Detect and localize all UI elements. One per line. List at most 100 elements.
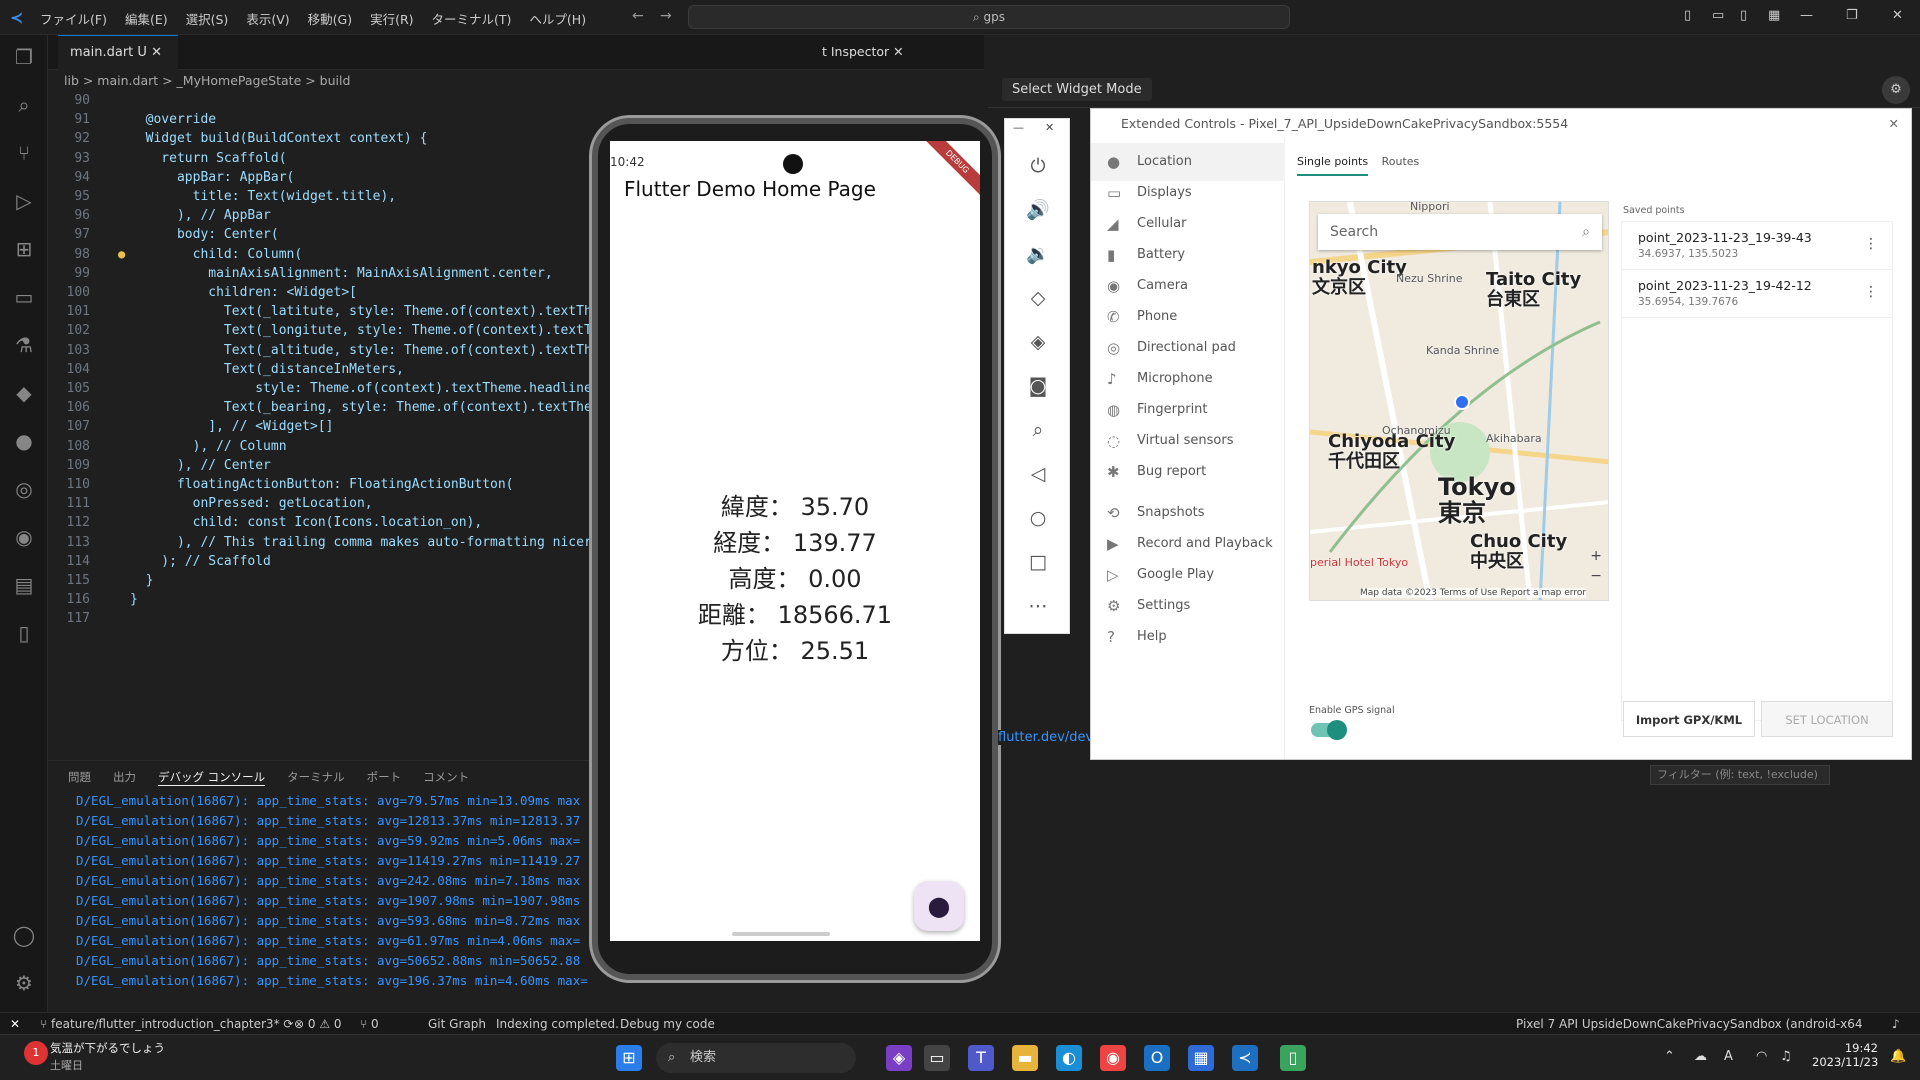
code-line[interactable]: } xyxy=(130,592,138,607)
code-line[interactable]: ), // Column xyxy=(130,439,287,454)
tab-terminal[interactable]: ターミナル xyxy=(287,769,345,786)
menu-selection[interactable]: 選択(S) xyxy=(186,9,229,28)
run-debug-icon[interactable]: ▷ xyxy=(12,189,36,213)
menu-run[interactable]: 実行(R) xyxy=(370,9,413,28)
chrome-icon[interactable]: ◉ xyxy=(1100,1045,1126,1071)
overview-nav-icon[interactable]: □ xyxy=(1025,549,1051,575)
menu-edit[interactable]: 編集(E) xyxy=(125,9,168,28)
map-search-input[interactable]: Search ⌕ xyxy=(1318,214,1602,250)
tab-ports[interactable]: ポート xyxy=(367,769,402,786)
gps-toggle[interactable] xyxy=(1311,720,1347,740)
start-icon[interactable]: ⊞ xyxy=(616,1045,642,1071)
home-nav-icon[interactable]: ○ xyxy=(1025,505,1051,531)
map-footer[interactable]: Map data ©2023 Terms of Use Report a map… xyxy=(1360,588,1587,598)
location-fab-button[interactable]: ⬤ xyxy=(914,881,964,931)
code-line[interactable]: children: <Widget>[ xyxy=(130,285,357,300)
code-line[interactable]: Text(_latitute, style: Theme.of(context)… xyxy=(130,304,615,319)
search-icon[interactable]: ⌕ xyxy=(12,93,36,117)
teams-icon[interactable]: T xyxy=(968,1045,994,1071)
inspector-settings-icon[interactable]: ⚙ xyxy=(1882,76,1910,104)
back-arrow-icon[interactable]: ← xyxy=(632,8,644,24)
screenshot-camera-icon[interactable]: ◙ xyxy=(1025,373,1051,399)
tab-widget-inspector[interactable]: t Inspector ✕ xyxy=(822,44,904,59)
explorer-icon[interactable]: ❐ xyxy=(12,45,36,69)
code-line[interactable]: ), // AppBar xyxy=(130,208,271,223)
settings-gear-icon[interactable]: ⚙ xyxy=(12,971,36,995)
volume-down-icon[interactable]: 🔉 xyxy=(1025,241,1051,267)
android-emulator-icon[interactable]: ▯ xyxy=(1280,1045,1306,1071)
copilot-icon[interactable]: ◈ xyxy=(886,1045,912,1071)
flutter-dev-link[interactable]: flutter.dev/dev xyxy=(998,730,1094,745)
zoom-icon[interactable]: ⌕ xyxy=(1025,417,1051,443)
ports-status[interactable]: ⑂ 0 xyxy=(360,1013,379,1035)
flutter-icon[interactable]: ◆ xyxy=(12,381,36,405)
code-line[interactable]: ), // This trailing comma makes auto-for… xyxy=(130,535,615,550)
saved-point-item[interactable]: point_2023-11-23_19-42-12 35.6954, 139.7… xyxy=(1622,270,1892,318)
tray-chevron-icon[interactable]: ⌃ xyxy=(1664,1049,1675,1064)
panel-toggle-icon[interactable]: ▭ xyxy=(1712,8,1724,23)
minimize-emulator-icon[interactable]: — xyxy=(1013,121,1024,134)
tab-routes[interactable]: Routes xyxy=(1382,155,1420,168)
taskbar-search[interactable]: ⌕ 検索 xyxy=(656,1043,856,1073)
ime-icon[interactable]: A xyxy=(1724,1049,1733,1064)
breadcrumb[interactable]: lib > main.dart > _MyHomePageState > bui… xyxy=(48,70,984,92)
extensions-icon[interactable]: ⊞ xyxy=(12,237,36,261)
code-line[interactable]: Text(_distanceInMeters, xyxy=(130,362,404,377)
tab-comments[interactable]: コメント xyxy=(423,769,469,786)
menu-file[interactable]: ファイル(F) xyxy=(40,9,107,28)
outlook-icon[interactable]: O xyxy=(1144,1045,1170,1071)
menu-help[interactable]: ヘルプ(H) xyxy=(529,9,586,28)
phone-screen[interactable]: 10:42 DEBUG Flutter Demo Home Page 緯度： 3… xyxy=(610,141,980,941)
search-editor-icon[interactable]: ◉ xyxy=(12,525,36,549)
tab-output[interactable]: 出力 xyxy=(113,769,136,786)
weather-text[interactable]: 気温が下がるでしょう xyxy=(50,1040,165,1056)
code-line[interactable]: ], // <Widget>[] xyxy=(130,419,333,434)
sidebar-item-help[interactable]: ? Help xyxy=(1091,618,1285,656)
layout-toggle-icon[interactable]: ▯ xyxy=(1684,8,1691,23)
home-gesture-bar[interactable] xyxy=(732,932,830,936)
code-line[interactable]: Widget build(BuildContext context) { xyxy=(130,131,428,146)
menu-go[interactable]: 移動(G) xyxy=(308,9,352,28)
branch-status[interactable]: ⑂ feature/flutter_introduction_chapter3*… xyxy=(40,1013,293,1035)
store-icon[interactable]: ▦ xyxy=(1188,1045,1214,1071)
weather-icon[interactable]: 1 xyxy=(24,1041,48,1065)
notifications-icon[interactable]: 🔔 xyxy=(1890,1049,1906,1064)
code-line[interactable]: Text(_longitute, style: Theme.of(context… xyxy=(130,323,615,338)
file-explorer-icon[interactable]: ▬ xyxy=(1012,1045,1038,1071)
minimize-icon[interactable]: — xyxy=(1800,8,1813,23)
task-view-icon[interactable]: ▭ xyxy=(924,1045,950,1071)
github-icon[interactable]: ● xyxy=(12,429,36,453)
power-icon[interactable]: ⏻ xyxy=(1025,153,1051,179)
code-line[interactable]: @override xyxy=(130,112,216,127)
code-line[interactable]: ); // Scaffold xyxy=(130,554,271,569)
code-line[interactable]: return Scaffold( xyxy=(130,151,286,166)
zoom-in-icon[interactable]: + xyxy=(1590,548,1602,564)
close-tab-icon[interactable]: ✕ xyxy=(151,45,162,60)
tab-main-dart[interactable]: main.dart U ✕ xyxy=(58,35,178,70)
console-filter-input[interactable]: フィルター (例: text, !exclude) xyxy=(1650,765,1830,785)
lightbulb-icon[interactable]: ● xyxy=(118,247,125,261)
saved-point-item[interactable]: point_2023-11-23_19-39-43 34.6937, 135.5… xyxy=(1622,222,1892,270)
code-line[interactable]: } xyxy=(130,573,154,588)
sidebar-toggle-icon[interactable]: ▯ xyxy=(1740,8,1747,23)
source-control-icon[interactable]: ⑂ xyxy=(12,141,36,165)
remote-icon[interactable]: ✕ xyxy=(10,1013,20,1035)
edge-devtools-icon[interactable]: ◎ xyxy=(12,477,36,501)
close-extended-icon[interactable]: ✕ xyxy=(1889,109,1899,139)
onedrive-icon[interactable]: ☁ xyxy=(1694,1049,1707,1064)
customize-layout-icon[interactable]: ▦ xyxy=(1768,8,1780,23)
set-location-button[interactable]: SET LOCATION xyxy=(1761,701,1893,737)
tab-single-points[interactable]: Single points xyxy=(1297,155,1369,176)
google-map[interactable]: Search ⌕ nkyo City 文京区 Taito City 台東区 Chiyo… xyxy=(1309,201,1609,601)
command-search-input[interactable]: ⌕ gps xyxy=(688,5,1290,29)
vscode-taskbar-icon[interactable]: ≺ xyxy=(1232,1045,1258,1071)
menu-view[interactable]: 表示(V) xyxy=(246,9,289,28)
code-line[interactable]: Text(_bearing, style: Theme.of(context).… xyxy=(130,400,615,415)
more-options-icon[interactable]: ⋯ xyxy=(1025,593,1051,619)
back-nav-icon[interactable]: ◁ xyxy=(1025,461,1051,487)
wifi-icon[interactable]: ◠ xyxy=(1756,1049,1767,1064)
problems-status[interactable]: ⊗ 0 ⚠ 0 xyxy=(294,1013,342,1035)
git-graph-status[interactable]: Git Graph xyxy=(428,1013,486,1035)
code-line[interactable]: appBar: AppBar( xyxy=(130,170,294,185)
remote-explorer-icon[interactable]: ▭ xyxy=(12,285,36,309)
